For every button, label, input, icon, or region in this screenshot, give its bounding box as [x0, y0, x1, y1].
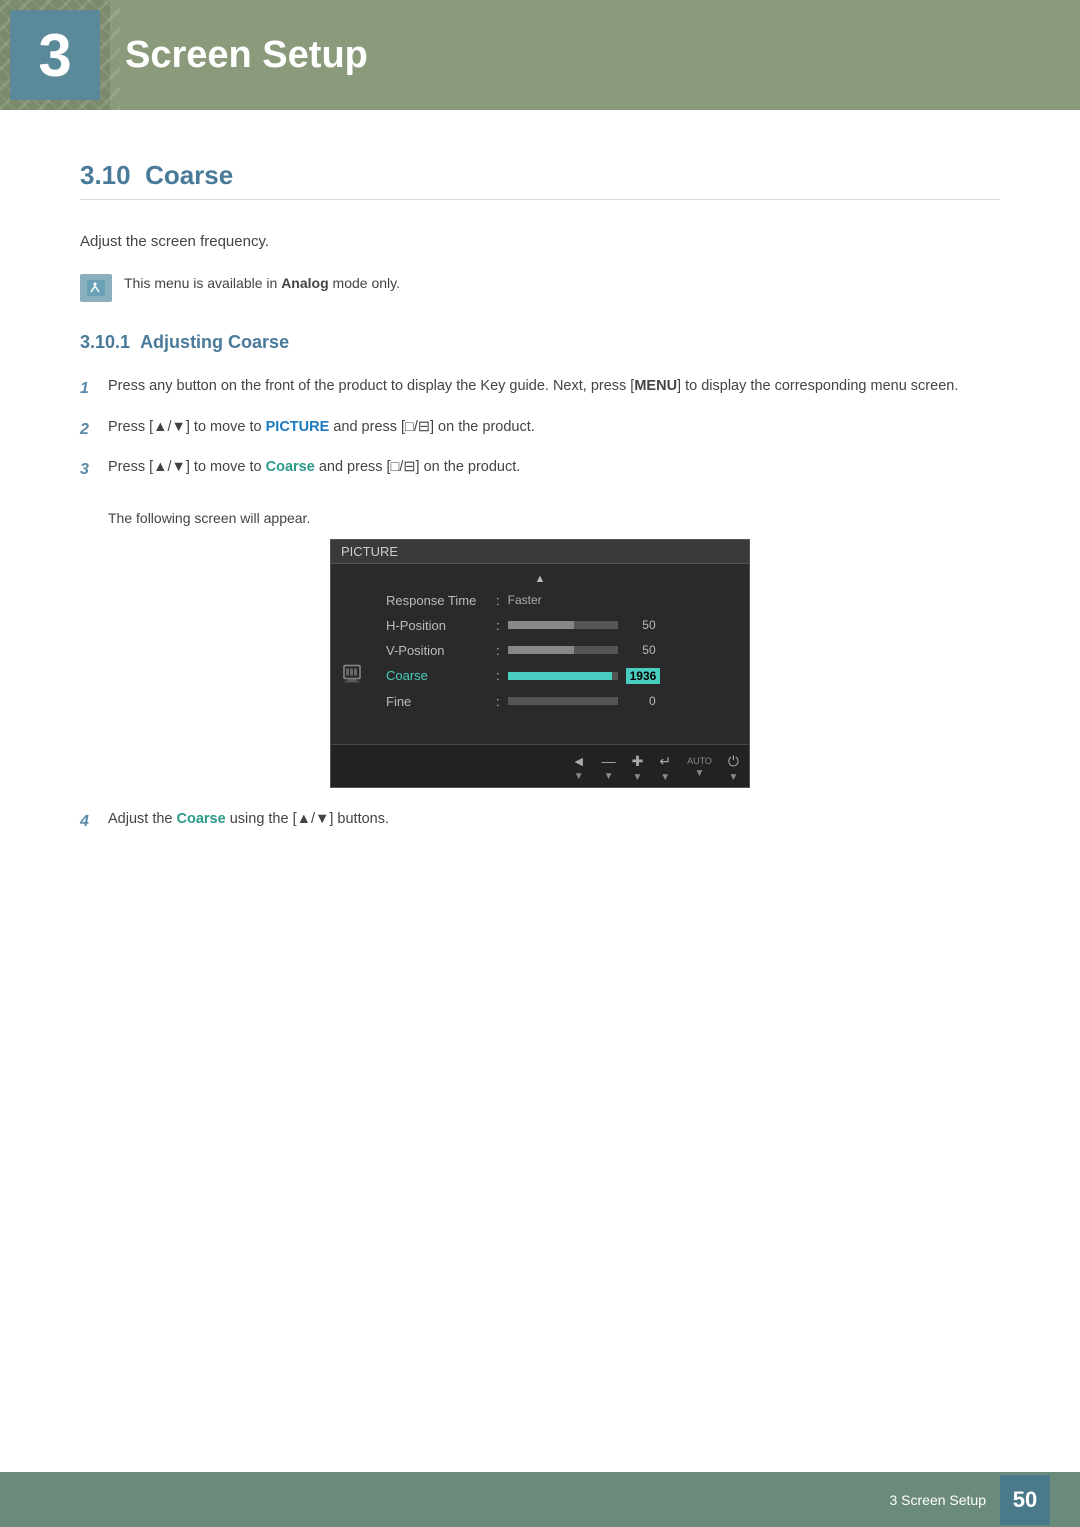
step-1: 1 Press any button on the front of the p… — [80, 375, 1000, 402]
coarse-label: Coarse — [386, 668, 496, 683]
step-num-4: 4 — [80, 808, 98, 835]
step-text-1: Press any button on the front of the pro… — [108, 375, 1000, 398]
coarse-bar-container: 1936 — [508, 668, 735, 684]
hposition-value: 50 — [626, 618, 656, 632]
ctrl-plus: ✚ ▼ — [632, 753, 644, 783]
step-num-3: 3 — [80, 456, 98, 483]
vposition-value: 50 — [626, 643, 656, 657]
chapter-number: 3 — [38, 21, 71, 90]
monitor-screenshot: PICTURE ▲ Response Time : Faster H-Posit… — [330, 539, 750, 788]
footer: 3 Screen Setup 50 — [0, 1472, 1080, 1527]
response-time-label: Response Time — [386, 593, 496, 608]
ctrl-minus: — ▼ — [602, 753, 616, 782]
step-text-2: Press [▲/▼] to move to PICTURE and press… — [108, 416, 1000, 439]
vposition-bar-bg — [508, 646, 618, 654]
fine-label: Fine — [386, 694, 496, 709]
note-box: This menu is available in Analog mode on… — [80, 272, 1000, 302]
menu-item-response-time: Response Time : Faster — [331, 588, 749, 613]
menu-item-vposition: V-Position : 50 — [331, 638, 749, 663]
fine-bar-bg — [508, 697, 618, 705]
note-icon — [80, 274, 112, 302]
vposition-bar-fill — [508, 646, 574, 654]
fine-value: 0 — [626, 694, 656, 708]
step-text-3: Press [▲/▼] to move to Coarse and press … — [108, 456, 1000, 479]
ctrl-power: ⏻ ▼ — [728, 753, 739, 783]
hposition-bar-container: 50 — [508, 618, 735, 632]
monitor-top-arrow: ▲ — [331, 570, 749, 588]
hposition-label: H-Position — [386, 618, 496, 633]
menu-item-hposition: H-Position : 50 — [331, 613, 749, 638]
sub-note: The following screen will appear. — [108, 508, 1000, 529]
step-3: 3 Press [▲/▼] to move to Coarse and pres… — [80, 456, 1000, 483]
pencil-icon — [85, 278, 107, 298]
step-2: 2 Press [▲/▼] to move to PICTURE and pre… — [80, 416, 1000, 443]
step-4: 4 Adjust the Coarse using the [▲/▼] butt… — [80, 808, 1000, 835]
monitor-spacer — [331, 714, 749, 744]
header-banner: 3 Screen Setup — [0, 0, 1080, 110]
menu-item-coarse: Coarse : 1936 — [331, 663, 749, 689]
subsection-heading: 3.10.1 Adjusting Coarse — [80, 332, 1000, 353]
coarse-bar-fill — [508, 672, 613, 680]
monitor-controls: ◄ ▼ — ▼ ✚ ▼ ↵ ▼ AUTO ▼ ⏻ ▼ — [331, 744, 749, 787]
step-num-1: 1 — [80, 375, 98, 402]
fine-bar-container: 0 — [508, 694, 735, 708]
response-time-value: Faster — [508, 593, 542, 607]
hposition-bar-bg — [508, 621, 618, 629]
note-analog-bold: Analog — [281, 275, 328, 291]
hposition-bar-fill — [508, 621, 574, 629]
step-num-2: 2 — [80, 416, 98, 443]
chapter-number-box: 3 — [10, 10, 100, 100]
section-description: Adjust the screen frequency. — [80, 230, 1000, 254]
coarse-bar-bg — [508, 672, 618, 680]
main-content: 3.10 Coarse Adjust the screen frequency.… — [0, 110, 1080, 914]
monitor-header: PICTURE — [331, 540, 749, 564]
vposition-bar-container: 50 — [508, 643, 735, 657]
monitor-body: ▲ Response Time : Faster H-Position : 50 — [331, 564, 749, 744]
menu-item-fine: Fine : 0 — [331, 689, 749, 714]
ctrl-enter: ↵ ▼ — [659, 753, 671, 783]
ctrl-auto: AUTO ▼ — [687, 756, 712, 779]
steps-list: 1 Press any button on the front of the p… — [80, 375, 1000, 483]
monitor-side-icon — [343, 663, 361, 688]
coarse-value: 1936 — [626, 668, 661, 684]
footer-section-label: 3 Screen Setup — [889, 1492, 986, 1508]
step-text-4: Adjust the Coarse using the [▲/▼] button… — [108, 808, 1000, 831]
section-heading: 3.10 Coarse — [80, 160, 1000, 200]
chapter-title: Screen Setup — [125, 34, 368, 77]
note-text: This menu is available in Analog mode on… — [124, 272, 400, 294]
ctrl-left: ◄ ▼ — [572, 753, 586, 782]
footer-page-number: 50 — [1000, 1475, 1050, 1525]
vposition-label: V-Position — [386, 643, 496, 658]
